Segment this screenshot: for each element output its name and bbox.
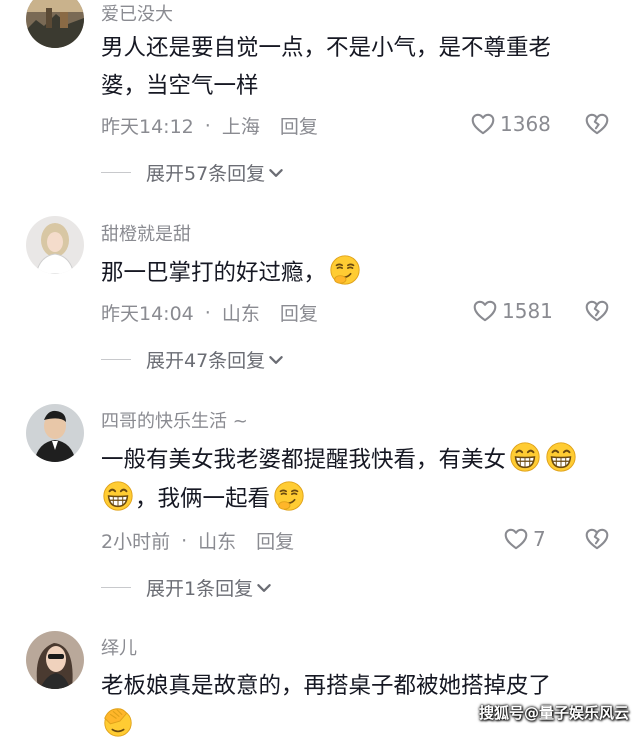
avatar[interactable] [26, 216, 84, 274]
comment-text-segment: ，我俩一起看 [135, 486, 271, 512]
broken-heart-icon [584, 298, 610, 324]
comment-text-line: 婆，当空气一样 [101, 73, 259, 99]
avatar[interactable] [26, 404, 84, 462]
reply-button[interactable]: 回复 [256, 527, 294, 554]
expand-replies-label: 展开47条回复 [146, 350, 266, 372]
comment-text-line: 男人还是要自觉一点，不是小气，是不尊重老 [101, 35, 552, 61]
comment-text-line: 一般有美女我老婆都提醒我快看，有美女 [101, 440, 621, 479]
divider [101, 359, 131, 360]
dislike-button[interactable] [584, 526, 610, 556]
expand-replies-button[interactable]: 展开57条回复 [101, 159, 285, 186]
expand-replies-button[interactable]: 展开47条回复 [101, 346, 285, 373]
expand-replies-label: 展开57条回复 [146, 163, 266, 185]
username[interactable]: 甜橙就是甜 [101, 220, 191, 246]
divider [101, 172, 131, 173]
smirk-emoji-icon [328, 253, 362, 287]
comment-meta: 昨天14:04 · 山东 回复 [101, 299, 318, 326]
comment-time: 昨天14:12 [101, 116, 194, 138]
like-button[interactable]: 1581 [472, 298, 553, 324]
like-count: 1368 [500, 112, 551, 136]
reply-button[interactable]: 回复 [280, 299, 318, 326]
reply-button[interactable]: 回复 [280, 112, 318, 139]
comment-meta: 昨天14:12 · 上海 回复 [101, 112, 318, 139]
username[interactable]: 绎儿 [101, 634, 137, 660]
comment-time: 2小时前 [101, 531, 171, 553]
chevron-down-icon [255, 579, 273, 597]
heart-icon [472, 298, 498, 324]
grin-emoji-icon [101, 479, 135, 513]
separator: · [204, 301, 211, 324]
comment-text-line: 老板娘真是故意的，再搭桌子都被她搭掉皮了 [101, 673, 552, 699]
comment-text: 那一巴掌打的好过瘾， [101, 253, 601, 292]
username[interactable]: 四哥的快乐生活 ~ [101, 407, 248, 433]
comment-text-segment: 一般有美女我老婆都提醒我快看，有美女 [101, 447, 507, 473]
like-button[interactable]: 1368 [470, 111, 551, 137]
divider [101, 587, 131, 588]
comment-text: 男人还是要自觉一点，不是小气，是不尊重老 婆，当空气一样 [101, 29, 601, 105]
like-count: 7 [533, 527, 546, 551]
dislike-button[interactable] [584, 111, 610, 141]
expand-replies-label: 展开1条回复 [146, 578, 254, 600]
comment-meta: 2小时前 · 山东 回复 [101, 527, 294, 554]
comment-location: 山东 [198, 531, 237, 553]
comment-text-line: ，我俩一起看 [101, 479, 621, 518]
smirk-emoji-icon [272, 479, 306, 513]
like-count: 1581 [502, 299, 553, 323]
like-button[interactable]: 7 [503, 526, 546, 552]
avatar[interactable] [26, 631, 84, 689]
broken-heart-icon [584, 111, 610, 137]
heart-icon [503, 526, 529, 552]
username[interactable]: 爱已没大 [101, 0, 173, 26]
watermark: 搜狐号@量子娱乐风云 [478, 704, 629, 722]
expand-replies-button[interactable]: 展开1条回复 [101, 574, 273, 601]
separator: · [204, 114, 211, 137]
grin-emoji-icon [508, 440, 542, 474]
chevron-down-icon [267, 351, 285, 369]
comment-text: 一般有美女我老婆都提醒我快看，有美女 ，我俩一起看 [101, 440, 621, 518]
grin-emoji-icon [544, 440, 578, 474]
dislike-button[interactable] [584, 298, 610, 328]
heart-icon [470, 111, 496, 137]
comment-text-line: 那一巴掌打的好过瘾， [101, 260, 327, 286]
facepalm-emoji-icon [101, 705, 135, 739]
comment-location: 山东 [221, 303, 260, 325]
separator: · [181, 529, 188, 552]
broken-heart-icon [584, 526, 610, 552]
chevron-down-icon [267, 164, 285, 182]
avatar[interactable] [26, 0, 84, 48]
comment-time: 昨天14:04 [101, 303, 194, 325]
comment-location: 上海 [221, 116, 260, 138]
